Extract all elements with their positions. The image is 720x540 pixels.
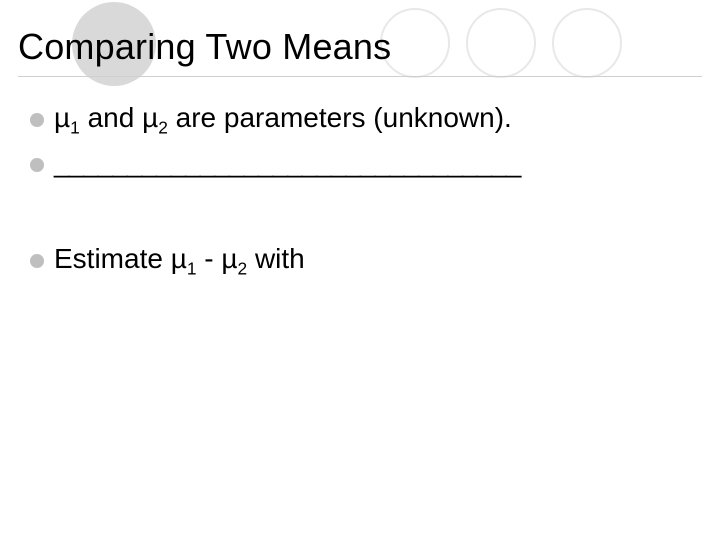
bullet-text: µ1 and µ2 are parameters (unknown).	[54, 98, 690, 139]
text-fragment: µ	[54, 102, 70, 133]
bullet-icon	[30, 254, 44, 268]
bullet-icon	[30, 113, 44, 127]
bullet-item: Estimate µ1 - µ2 with	[30, 239, 690, 280]
slide-body: µ1 and µ2 are parameters (unknown). ____…	[30, 98, 690, 284]
text-fragment: are parameters (unknown).	[168, 102, 512, 133]
bullet-item: µ1 and µ2 are parameters (unknown).	[30, 98, 690, 139]
text-fragment: - µ	[197, 243, 238, 274]
text-fragment: and µ	[80, 102, 158, 133]
text-fragment: with	[247, 243, 305, 274]
bullet-item: ________________________________	[30, 143, 690, 184]
decorative-circle-outline	[552, 8, 622, 78]
title-underline	[18, 76, 702, 77]
decorative-circle-outline	[466, 8, 536, 78]
subscript: 2	[158, 118, 168, 138]
subscript: 1	[187, 259, 197, 279]
slide-title: Comparing Two Means	[18, 26, 391, 68]
text-fragment: Estimate µ	[54, 243, 187, 274]
bullet-icon	[30, 158, 44, 172]
bullet-text: Estimate µ1 - µ2 with	[54, 239, 690, 280]
subscript: 2	[238, 259, 248, 279]
subscript: 1	[70, 118, 80, 138]
spacer	[30, 187, 690, 239]
slide: Comparing Two Means µ1 and µ2 are parame…	[0, 0, 720, 540]
bullet-text-blank: ________________________________	[54, 143, 690, 184]
